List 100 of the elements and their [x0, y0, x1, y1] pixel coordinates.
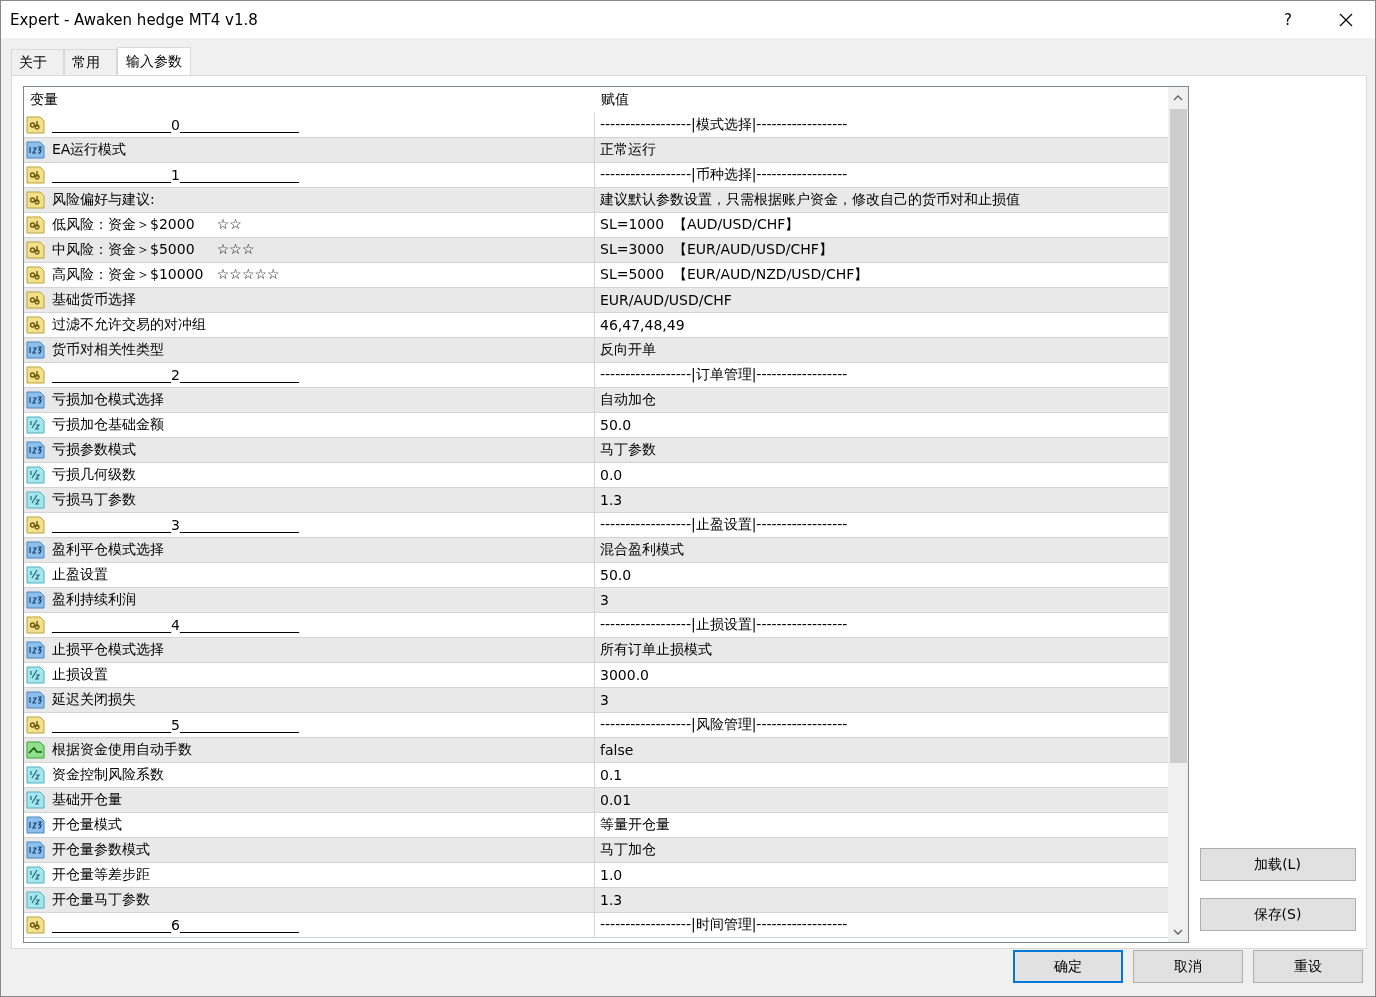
number-file-icon: [26, 690, 46, 710]
text-file-icon: [26, 165, 46, 185]
dialog-button[interactable]: 重设: [1253, 950, 1363, 983]
value-cell[interactable]: 马丁参数: [600, 441, 656, 459]
variable-name: 开仓量参数模式: [52, 841, 150, 859]
column-header: 赋值: [600, 90, 630, 109]
variable-name: EA运行模式: [52, 141, 127, 159]
variable-name: 延迟关闭损失: [52, 691, 136, 709]
help-button[interactable]: ?: [1259, 10, 1317, 29]
text-file-icon: [26, 215, 46, 235]
text-file-icon: [26, 915, 46, 935]
text-file-icon: [26, 715, 46, 735]
number-file-icon: [26, 140, 46, 160]
window-title: Expert - Awaken hedge MT4 v1.8: [10, 10, 259, 29]
scroll-thumb[interactable]: [1169, 109, 1187, 763]
value-cell[interactable]: 所有订单止损模式: [600, 641, 712, 659]
variable-name: _________________1_________________: [52, 167, 299, 183]
text-file-icon: [26, 290, 46, 310]
value-cell[interactable]: 0.01: [600, 792, 632, 808]
variable-name: 止损平仓模式选择: [52, 641, 164, 659]
variable-name: 根据资金使用自动手数: [52, 741, 192, 759]
value-cell[interactable]: 正常运行: [600, 141, 656, 159]
variable-name: 开仓量马丁参数: [52, 891, 150, 909]
value-cell[interactable]: ------------------|模式选择|------------------: [600, 116, 848, 134]
dialog-button[interactable]: 确定: [1013, 950, 1123, 983]
fraction-file-icon: [26, 790, 46, 810]
fraction-file-icon: [26, 490, 46, 510]
text-file-icon: [26, 115, 46, 135]
variable-name: 亏损几何级数: [52, 466, 136, 484]
value-cell[interactable]: SL=1000 【AUD/USD/CHF】: [600, 216, 800, 234]
fraction-file-icon: [26, 890, 46, 910]
number-file-icon: [26, 340, 46, 360]
value-cell[interactable]: ------------------|风险管理|------------------: [600, 716, 848, 734]
variable-name: _________________6_________________: [52, 917, 299, 933]
number-file-icon: [26, 640, 46, 660]
value-cell[interactable]: 马丁加仓: [600, 841, 656, 859]
value-cell[interactable]: 3000.0: [600, 667, 649, 683]
tab[interactable]: 常用: [64, 49, 117, 75]
value-cell[interactable]: 0.0: [600, 467, 623, 483]
variable-name: _________________0_________________: [52, 117, 299, 133]
tab[interactable]: 关于: [11, 49, 64, 75]
fraction-file-icon: [26, 565, 46, 585]
variable-name: 过滤不允许交易的对冲组: [52, 316, 206, 334]
side-button[interactable]: 保存(S): [1199, 898, 1356, 931]
number-file-icon: [26, 590, 46, 610]
text-file-icon: [26, 365, 46, 385]
value-cell[interactable]: EUR/AUD/USD/CHF: [600, 292, 732, 308]
text-file-icon: [26, 515, 46, 535]
value-cell[interactable]: 46,47,48,49: [600, 317, 685, 333]
dialog-button[interactable]: 取消: [1133, 950, 1243, 983]
tab[interactable]: 输入参数: [117, 47, 191, 75]
number-file-icon: [26, 390, 46, 410]
value-cell[interactable]: 3: [600, 692, 609, 708]
value-cell[interactable]: ------------------|币种选择|------------------: [600, 166, 848, 184]
text-file-icon: [26, 615, 46, 635]
fraction-file-icon: [26, 665, 46, 685]
value-cell[interactable]: ------------------|止盈设置|------------------: [600, 516, 848, 534]
number-file-icon: [26, 840, 46, 860]
value-cell[interactable]: SL=3000 【EUR/AUD/USD/CHF】: [600, 241, 833, 259]
value-cell[interactable]: 0.1: [600, 767, 623, 783]
value-cell[interactable]: ------------------|订单管理|------------------: [600, 366, 848, 384]
fraction-file-icon: [26, 415, 46, 435]
toggle-file-icon: [26, 740, 46, 760]
value-cell[interactable]: 混合盈利模式: [600, 541, 684, 559]
variable-name: 止盈设置: [52, 566, 108, 584]
value-cell[interactable]: ------------------|时间管理|------------------: [600, 916, 848, 934]
value-cell[interactable]: ------------------|止损设置|------------------: [600, 616, 848, 634]
value-cell[interactable]: SL=5000 【EUR/AUD/NZD/USD/CHF】: [600, 266, 869, 284]
variable-name: _________________2_________________: [52, 367, 299, 383]
value-cell[interactable]: 50.0: [600, 417, 632, 433]
value-cell[interactable]: 1.3: [600, 892, 623, 908]
value-cell[interactable]: 1.0: [600, 867, 623, 883]
variable-name: 货币对相关性类型: [52, 341, 164, 359]
close-icon[interactable]: [1339, 12, 1353, 27]
value-cell[interactable]: 反向开单: [600, 341, 656, 359]
text-file-icon: [26, 265, 46, 285]
text-file-icon: [26, 190, 46, 210]
value-cell[interactable]: 3: [600, 592, 609, 608]
variable-name: 低风险：资金＞$2000 ☆☆: [52, 216, 242, 234]
variable-name: 亏损马丁参数: [52, 491, 136, 509]
fraction-file-icon: [26, 865, 46, 885]
number-file-icon: [26, 815, 46, 835]
fraction-file-icon: [26, 765, 46, 785]
variable-name: _________________4_________________: [52, 617, 299, 633]
value-cell[interactable]: 建议默认参数设置，只需根据账户资金，修改自己的货币对和止损值: [600, 191, 1020, 209]
value-cell[interactable]: 50.0: [600, 567, 632, 583]
variable-name: 中风险：资金＞$5000 ☆☆☆: [52, 241, 255, 259]
variable-name: 资金控制风险系数: [52, 766, 164, 784]
value-cell[interactable]: 1.3: [600, 492, 623, 508]
value-cell[interactable]: 等量开仓量: [600, 816, 670, 834]
variable-name: _________________3_________________: [52, 517, 299, 533]
variable-name: 亏损加仓模式选择: [52, 391, 164, 409]
side-button[interactable]: 加载(L): [1199, 848, 1356, 881]
fraction-file-icon: [26, 465, 46, 485]
text-file-icon: [26, 315, 46, 335]
value-cell[interactable]: 自动加仓: [600, 391, 656, 409]
scrollbar[interactable]: [1168, 87, 1188, 942]
number-file-icon: [26, 540, 46, 560]
value-cell[interactable]: false: [600, 742, 634, 758]
variable-name: 止损设置: [52, 666, 108, 684]
